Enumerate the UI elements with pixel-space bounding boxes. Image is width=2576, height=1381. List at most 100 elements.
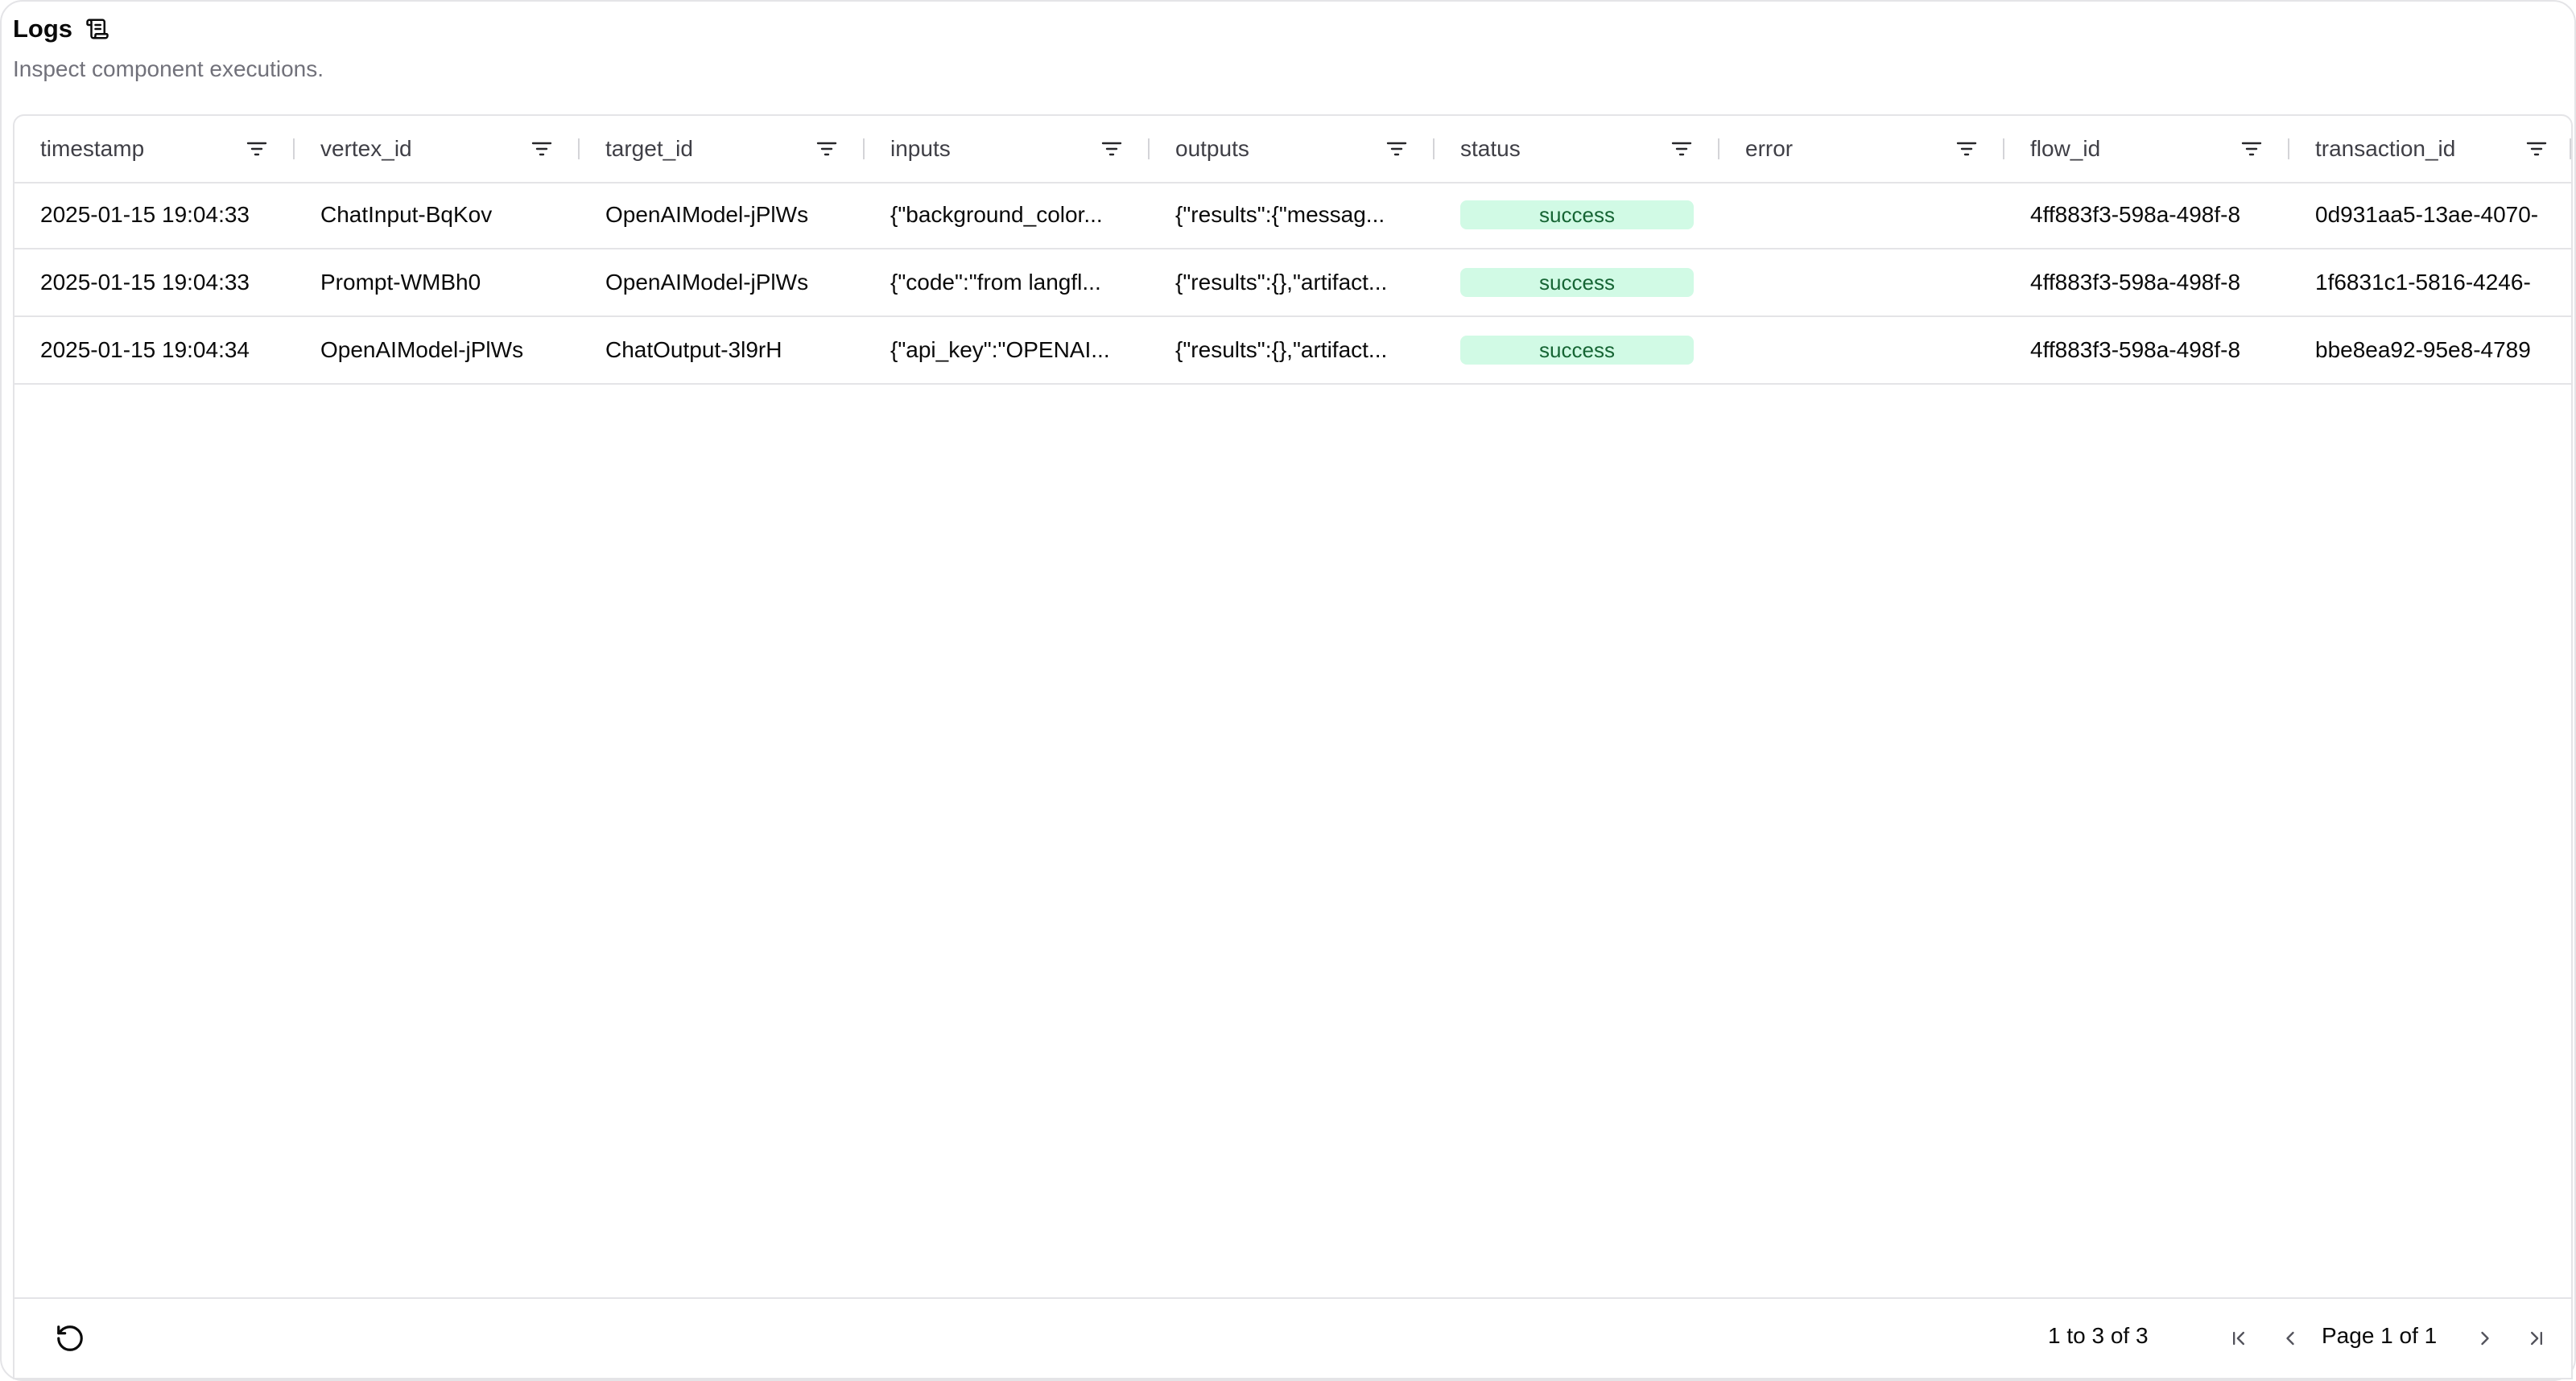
column-header-label: vertex_id <box>320 136 412 161</box>
cell-text: {"background_color... <box>890 202 1103 227</box>
column-header-label: status <box>1460 136 1521 161</box>
cell-timestamp[interactable]: 2025-01-15 19:04:33 <box>14 249 295 315</box>
refresh-button[interactable] <box>50 1318 90 1358</box>
page-indicator: Page 1 of 1 <box>2322 1323 2438 1348</box>
filter-icon[interactable] <box>2240 137 2264 161</box>
cell-vertex_id[interactable]: ChatInput-BqKov <box>295 182 580 248</box>
filter-icon[interactable] <box>1955 137 1979 161</box>
cell-text: ChatInput-BqKov <box>320 202 493 227</box>
filter-icon[interactable] <box>1100 137 1124 161</box>
cell-vertex_id[interactable]: OpenAIModel-jPlWs <box>295 317 580 383</box>
cell-error[interactable] <box>1719 317 2004 383</box>
filter-icon[interactable] <box>245 137 269 161</box>
scroll-text-icon <box>85 17 109 41</box>
cell-target_id[interactable]: OpenAIModel-jPlWs <box>580 249 865 315</box>
cell-status[interactable]: success <box>1435 182 1719 248</box>
column-header-target_id[interactable]: target_id <box>580 116 865 182</box>
cell-flow_id[interactable]: 4ff883f3-598a-498f-8 <box>2004 317 2289 383</box>
status-badge: success <box>1460 268 1694 297</box>
column-header-label: transaction_id <box>2315 136 2456 161</box>
column-header-label: error <box>1745 136 1794 161</box>
column-header-label: timestamp <box>40 136 145 161</box>
filter-icon[interactable] <box>2524 137 2549 161</box>
previous-page-button[interactable] <box>2272 1320 2309 1357</box>
column-header-flow_id[interactable]: flow_id <box>2004 116 2289 182</box>
cell-vertex_id[interactable]: Prompt-WMBh0 <box>295 249 580 315</box>
filter-icon[interactable] <box>815 137 839 161</box>
table-footer: 1 to 3 of 3 Page 1 of 1 <box>14 1297 2571 1378</box>
column-header-label: outputs <box>1175 136 1249 161</box>
first-page-icon <box>2233 1331 2244 1346</box>
cell-error[interactable] <box>1719 182 2004 248</box>
filter-icon[interactable] <box>1385 137 1409 161</box>
table-row[interactable]: 2025-01-15 19:04:33 Prompt-WMBh0 OpenAIMod… <box>14 249 2571 317</box>
column-header-label: target_id <box>605 136 693 161</box>
cell-text: {"results":{},"artifact... <box>1175 270 1388 295</box>
cell-text: 1f6831c1-5816-4246- <box>2315 270 2531 295</box>
last-page-icon <box>2531 1331 2542 1346</box>
cell-outputs[interactable]: {"results":{},"artifact... <box>1150 317 1435 383</box>
table-row[interactable]: 2025-01-15 19:04:34 OpenAIModel-jPlWs Chat… <box>14 317 2571 385</box>
cell-status[interactable]: success <box>1435 249 1719 315</box>
cell-transaction_id[interactable]: 0d931aa5-13ae-4070- <box>2289 182 2571 248</box>
table-header: timestamp vertex_id target_id inputs outputs… <box>14 116 2571 183</box>
column-header-outputs[interactable]: outputs <box>1150 116 1435 182</box>
column-header-inputs[interactable]: inputs <box>865 116 1150 182</box>
cell-text: 2025-01-15 19:04:33 <box>40 202 250 227</box>
cell-target_id[interactable]: OpenAIModel-jPlWs <box>580 182 865 248</box>
logs-panel: Logs Inspect component executions. times… <box>0 0 2576 1381</box>
cell-text: OpenAIModel-jPlWs <box>320 337 524 362</box>
first-page-button[interactable] <box>2220 1320 2257 1357</box>
cell-text: 2025-01-15 19:04:34 <box>40 337 250 362</box>
column-header-vertex_id[interactable]: vertex_id <box>295 116 580 182</box>
cell-text: Prompt-WMBh0 <box>320 270 481 295</box>
cell-target_id[interactable]: ChatOutput-3l9rH <box>580 317 865 383</box>
cell-inputs[interactable]: {"background_color... <box>865 182 1150 248</box>
cell-timestamp[interactable]: 2025-01-15 19:04:34 <box>14 317 295 383</box>
cell-text: 4ff883f3-598a-498f-8 <box>2030 202 2241 227</box>
column-header-status[interactable]: status <box>1435 116 1719 182</box>
page-title: Logs <box>13 14 73 43</box>
table-row[interactable]: 2025-01-15 19:04:33 ChatInput-BqKov OpenAI… <box>14 182 2571 249</box>
cell-flow_id[interactable]: 4ff883f3-598a-498f-8 <box>2004 249 2289 315</box>
cell-timestamp[interactable]: 2025-01-15 19:04:33 <box>14 182 295 248</box>
cell-transaction_id[interactable]: bbe8ea92-95e8-4789 <box>2289 317 2571 383</box>
cell-inputs[interactable]: {"api_key":"OPENAI... <box>865 317 1150 383</box>
column-header-transaction_id[interactable]: transaction_id <box>2289 116 2571 182</box>
cell-status[interactable]: success <box>1435 317 1719 383</box>
cell-text: bbe8ea92-95e8-4789 <box>2315 337 2531 362</box>
cell-text: 4ff883f3-598a-498f-8 <box>2030 270 2241 295</box>
header: Logs <box>13 11 109 47</box>
cell-text: {"code":"from langfl... <box>890 270 1101 295</box>
cell-text: 0d931aa5-13ae-4070- <box>2315 202 2539 227</box>
logs-table: timestamp vertex_id target_id inputs outputs… <box>13 114 2573 1379</box>
column-header-timestamp[interactable]: timestamp <box>14 116 295 182</box>
cell-text: {"results":{"messag... <box>1175 202 1385 227</box>
cell-outputs[interactable]: {"results":{"messag... <box>1150 182 1435 248</box>
refresh-icon <box>57 1325 83 1351</box>
filter-icon[interactable] <box>1670 137 1694 161</box>
last-page-button[interactable] <box>2518 1320 2555 1357</box>
cell-flow_id[interactable]: 4ff883f3-598a-498f-8 <box>2004 182 2289 248</box>
cell-inputs[interactable]: {"code":"from langfl... <box>865 249 1150 315</box>
next-page-icon <box>2481 1331 2489 1346</box>
column-resize-handle[interactable] <box>2570 138 2571 159</box>
cell-text: {"results":{},"artifact... <box>1175 337 1388 362</box>
column-header-label: flow_id <box>2030 136 2101 161</box>
cell-text: 4ff883f3-598a-498f-8 <box>2030 337 2241 362</box>
filter-icon[interactable] <box>530 137 554 161</box>
cell-text: {"api_key":"OPENAI... <box>890 337 1110 362</box>
next-page-button[interactable] <box>2467 1320 2504 1357</box>
cell-text: OpenAIModel-jPlWs <box>605 202 809 227</box>
status-badge: success <box>1460 336 1694 365</box>
pagination-range: 1 to 3 of 3 <box>2048 1323 2149 1348</box>
cell-outputs[interactable]: {"results":{},"artifact... <box>1150 249 1435 315</box>
cell-transaction_id[interactable]: 1f6831c1-5816-4246- <box>2289 249 2571 315</box>
cell-text: 2025-01-15 19:04:33 <box>40 270 250 295</box>
column-header-error[interactable]: error <box>1719 116 2004 182</box>
cell-text: ChatOutput-3l9rH <box>605 337 782 362</box>
page-subtitle: Inspect component executions. <box>13 56 324 81</box>
previous-page-icon <box>2286 1331 2294 1346</box>
status-badge: success <box>1460 200 1694 229</box>
cell-error[interactable] <box>1719 249 2004 315</box>
